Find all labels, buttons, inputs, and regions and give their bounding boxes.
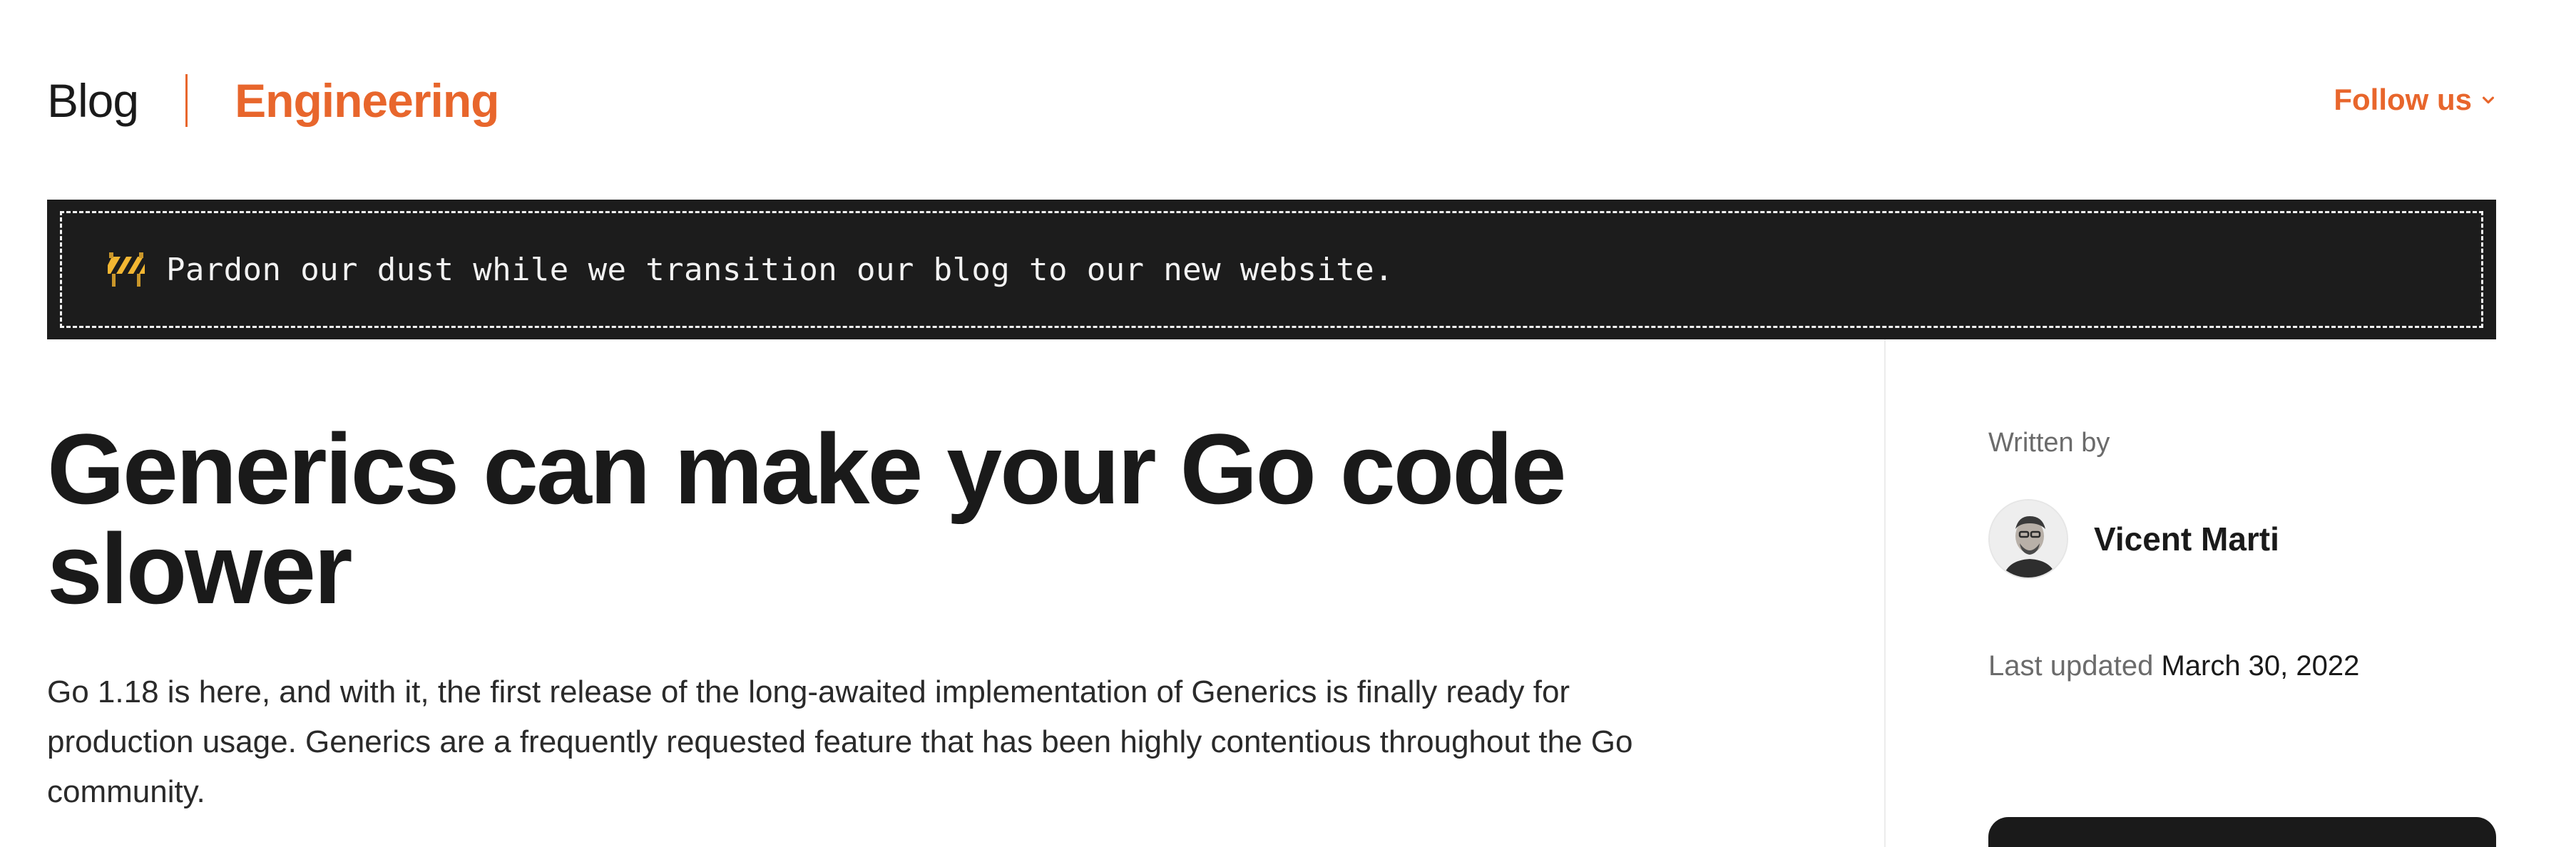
last-updated-date: March 30, 2022: [2161, 650, 2360, 682]
brand-divider: [185, 74, 188, 127]
written-by-label: Written by: [1988, 428, 2110, 458]
article-title: Generics can make your Go code slower: [47, 413, 1567, 625]
last-updated: Last updated March 30, 2022: [1988, 650, 2359, 682]
author-link[interactable]: Vicent Marti: [1988, 499, 2279, 579]
notice-banner: Pardon our dust while we transition our …: [47, 200, 2496, 339]
page: Blog Engineering Follow us Pardon our du…: [0, 0, 2576, 847]
author-name: Vicent Marti: [2094, 520, 2279, 558]
follow-us-label: Follow us: [2334, 83, 2472, 116]
blog-link[interactable]: Blog: [47, 73, 139, 128]
avatar-photo-icon: [1990, 500, 2067, 578]
engineering-link[interactable]: Engineering: [235, 73, 499, 128]
construction-icon: [108, 252, 145, 287]
follow-us-dropdown[interactable]: Follow us: [2334, 83, 2496, 117]
sidebar-card: [1988, 817, 2496, 847]
site-header: Blog Engineering: [47, 68, 499, 133]
article-lede: Go 1.18 is here, and with it, the first …: [47, 674, 1633, 809]
chevron-down-icon: [2482, 96, 2495, 104]
last-updated-label: Last updated: [1988, 650, 2154, 682]
notice-banner-text: Pardon our dust while we transition our …: [166, 251, 1394, 288]
sidebar-divider: [1884, 339, 1886, 847]
author-avatar: [1988, 499, 2068, 579]
notice-banner-border: Pardon our dust while we transition our …: [60, 211, 2483, 328]
